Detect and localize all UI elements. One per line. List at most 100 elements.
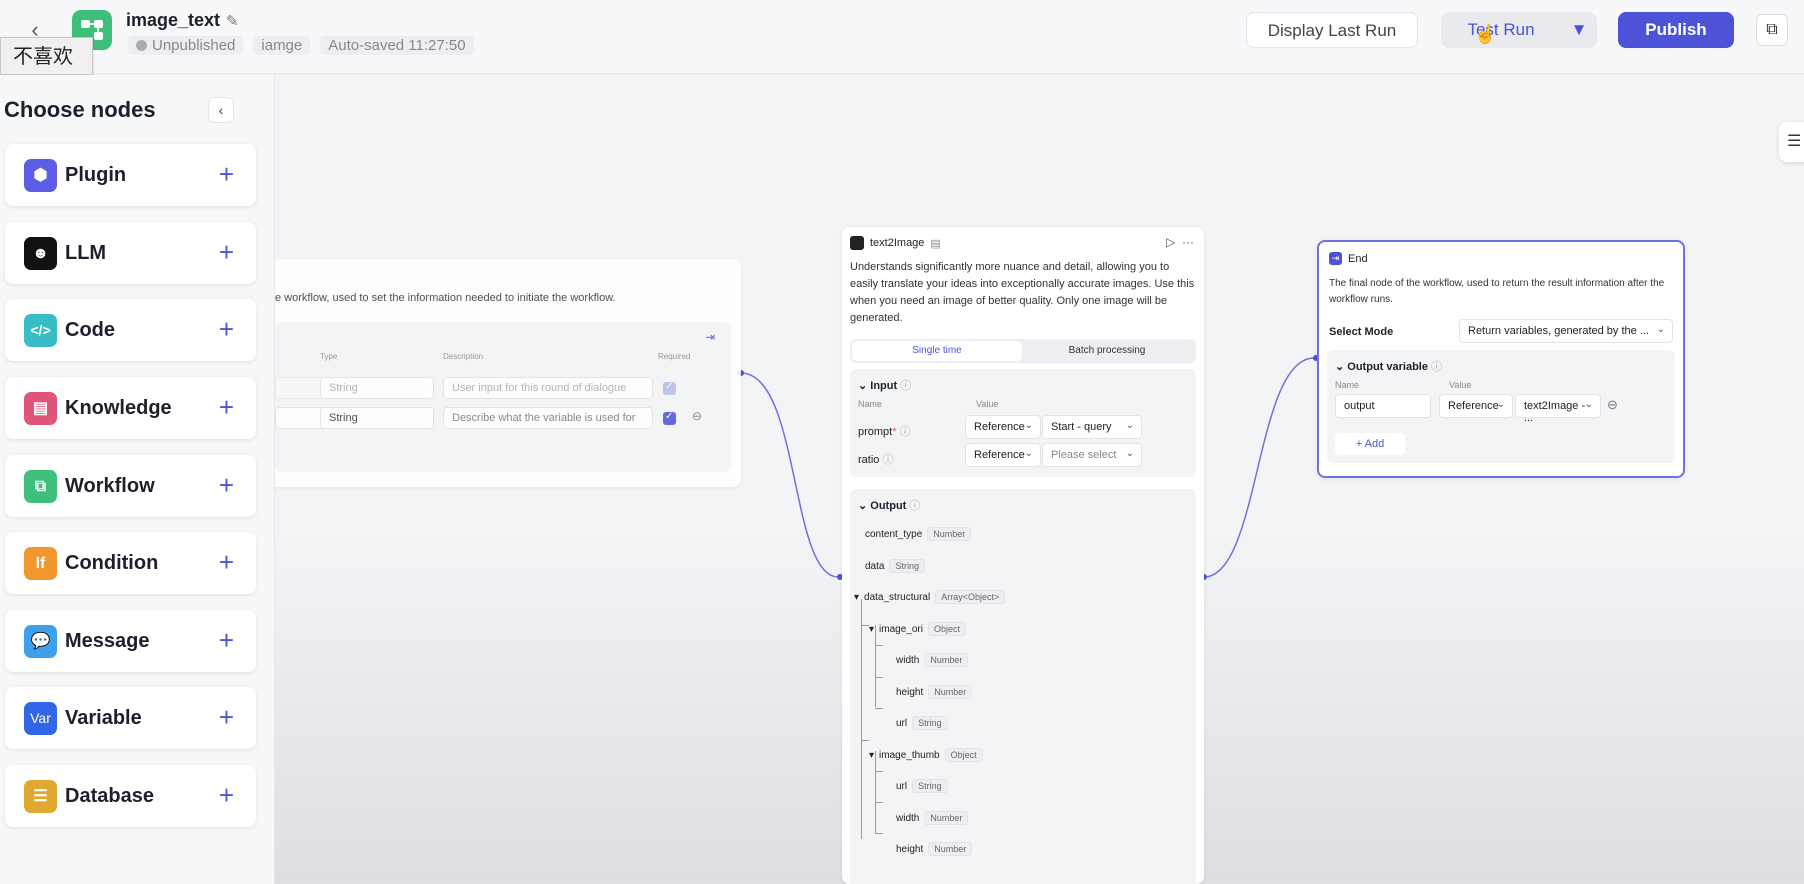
add-plus-icon[interactable]: + [219, 160, 234, 188]
collapse-chevron-icon[interactable]: ⌄ [858, 380, 867, 392]
info-icon: ⓘ [900, 380, 912, 392]
code-brackets-icon: </> [24, 313, 57, 347]
workflow-icon: ⧉ [24, 469, 57, 503]
expand-triangle-icon[interactable]: ▾ [869, 750, 874, 761]
run-mode-tabs: Single time Batch processing [850, 339, 1196, 363]
add-plus-icon[interactable]: + [219, 703, 234, 731]
info-icon: ⓘ [909, 500, 921, 512]
col-description-header: Description [443, 352, 484, 361]
remove-param-icon[interactable]: ⊖ [692, 409, 702, 423]
input-section: ⌄ Input ⓘ Name Value prompt* ⓘ Reference… [850, 369, 1196, 477]
sidebar-item-plugin[interactable]: ⬢ Plugin + [5, 144, 256, 206]
input-type-select[interactable]: Reference ⌄ [965, 415, 1041, 439]
input-type-select[interactable]: Reference ⌄ [965, 443, 1041, 467]
param-description-input[interactable]: Describe what the variable is used for [443, 407, 653, 429]
collapse-chevron-icon[interactable]: ⌄ [1335, 361, 1344, 373]
condition-if-icon: If [24, 546, 57, 580]
doc-icon: ▤ [930, 237, 941, 250]
collapse-sidebar-icon[interactable]: ‹ [208, 97, 234, 123]
sidebar-item-condition[interactable]: If Condition + [5, 532, 256, 594]
variable-value-select[interactable]: text2Image - ... ⌄ [1515, 394, 1601, 424]
exit-icon[interactable]: ⇥ [705, 330, 715, 344]
plugin-cube-icon: ⬢ [24, 158, 57, 192]
param-description-input[interactable]: User input for this round of dialogue [443, 377, 653, 399]
sidebar-item-llm[interactable]: ☻ LLM + [5, 222, 256, 284]
expand-triangle-icon[interactable]: ▾ [854, 592, 859, 603]
llm-bot-icon: ☻ [24, 236, 57, 270]
input-name-prompt: prompt* ⓘ [858, 426, 911, 438]
info-icon: ⓘ [882, 454, 894, 466]
col-name-header: Name [858, 399, 883, 409]
collapse-chevron-icon[interactable]: ⌄ [858, 500, 867, 512]
add-plus-icon[interactable]: + [219, 238, 234, 266]
end-node-card[interactable]: ⇥ End The final node of the workflow, use… [1317, 240, 1685, 478]
sidebar-item-workflow[interactable]: ⧉ Workflow + [5, 455, 256, 517]
exit-icon: ⇥ [1329, 252, 1342, 265]
output-field: data String [865, 559, 925, 573]
start-node-card[interactable]: e workflow, used to set the information … [200, 259, 741, 487]
sidebar-item-message[interactable]: 💬 Message + [5, 610, 256, 672]
sidebar-item-database[interactable]: ☰ Database + [5, 765, 256, 827]
output-field: height Number [896, 842, 973, 856]
chevron-down-icon: ⌄ [1656, 324, 1665, 335]
more-options-icon[interactable]: ··· [1182, 235, 1194, 249]
required-checkbox[interactable] [663, 381, 676, 395]
start-node-description: e workflow, used to set the information … [275, 292, 616, 304]
info-icon: ⓘ [899, 426, 911, 438]
add-plus-icon[interactable]: + [219, 471, 234, 499]
output-field: url String [896, 779, 948, 793]
tab-batch-processing[interactable]: Batch processing [1022, 341, 1192, 361]
add-plus-icon[interactable]: + [219, 781, 234, 809]
col-type-header: Type [320, 352, 338, 361]
param-type-select[interactable]: String [320, 377, 434, 399]
required-checkbox[interactable] [663, 411, 676, 425]
add-plus-icon[interactable]: + [219, 548, 234, 576]
col-value-header: Value [976, 399, 999, 409]
add-plus-icon[interactable]: + [219, 315, 234, 343]
select-mode-dropdown[interactable]: Return variables, generated by the ... ⌄ [1459, 319, 1673, 343]
select-mode-label: Select Mode [1329, 326, 1394, 338]
output-field: ▾ data_structural Array<Object> [854, 590, 1006, 604]
col-name-header: Name [1335, 380, 1360, 390]
sidebar-item-variable[interactable]: Var Variable + [5, 687, 256, 749]
output-field: content_type Number [865, 527, 972, 541]
node-description: Understands significantly more nuance an… [850, 261, 1195, 324]
run-node-icon[interactable]: ▷ [1166, 235, 1175, 249]
remove-variable-icon[interactable]: ⊖ [1607, 397, 1618, 413]
tab-single-time[interactable]: Single time [852, 341, 1022, 361]
expand-triangle-icon[interactable]: ▾ [869, 624, 874, 635]
input-value-select[interactable]: Please select ⌄ [1042, 443, 1142, 467]
output-field: width Number [896, 811, 969, 825]
chevron-down-icon: ⌄ [1125, 420, 1134, 431]
chevron-down-icon: ⌄ [1125, 448, 1134, 459]
chevron-down-icon: ⌄ [1024, 420, 1033, 431]
sidebar-item-code[interactable]: </> Code + [5, 299, 256, 361]
col-value-header: Value [1449, 380, 1472, 390]
chevron-down-icon: ⌄ [1584, 399, 1593, 410]
variable-type-select[interactable]: Reference ⌄ [1439, 394, 1513, 418]
variable-var-icon: Var [24, 701, 57, 735]
add-plus-icon[interactable]: + [219, 393, 234, 421]
node-title: End [1348, 252, 1368, 265]
output-field: ▾ image_ori Object [869, 622, 966, 636]
chevron-down-icon: ⌄ [1024, 448, 1033, 459]
output-section: ⌄ Output ⓘ content_type Number data String… [850, 489, 1196, 884]
variable-name-input[interactable]: output [1335, 394, 1431, 418]
input-name-ratio: ratio ⓘ [858, 454, 894, 466]
add-plus-icon[interactable]: + [219, 626, 234, 654]
add-variable-button[interactable]: + Add [1335, 433, 1405, 455]
node-picker-sidebar: Choose nodes ‹ ⬢ Plugin + ☻ LLM + </> Co… [0, 75, 275, 884]
param-type-select[interactable]: String [320, 407, 434, 429]
input-value-select[interactable]: Start - query ⌄ [1042, 415, 1142, 439]
openai-icon [850, 236, 864, 250]
output-variable-panel: ⌄ Output variable ⓘ Name Value output Re… [1327, 350, 1675, 463]
message-bubble-icon: 💬 [24, 624, 57, 658]
sidebar-item-knowledge[interactable]: ▤ Knowledge + [5, 377, 256, 439]
output-field: height Number [896, 685, 973, 699]
output-field: ▾ image_thumb Object [869, 748, 983, 762]
sidebar-title: Choose nodes [4, 97, 156, 122]
col-required-header: Required [658, 352, 691, 361]
database-cylinder-icon: ☰ [24, 779, 57, 813]
text2image-node-card[interactable]: text2Image ▤ ▷ ··· Understands significan… [842, 227, 1204, 884]
info-icon: ⓘ [1431, 361, 1443, 373]
